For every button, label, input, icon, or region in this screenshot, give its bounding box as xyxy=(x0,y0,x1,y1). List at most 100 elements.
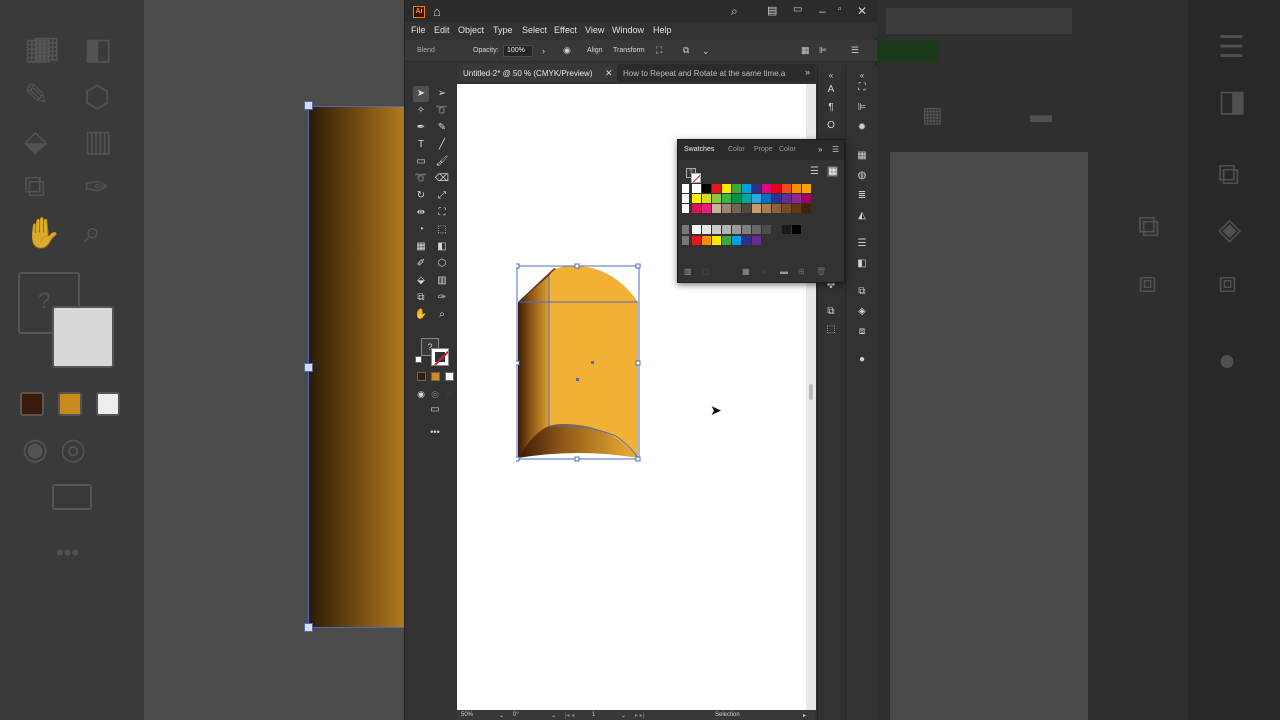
menu-file[interactable]: File xyxy=(411,25,426,35)
paintbrush-tool-icon[interactable]: 🖌 xyxy=(434,154,450,170)
menu-object[interactable]: Object xyxy=(458,25,484,35)
swatch-group-icon[interactable] xyxy=(682,184,689,193)
type-tool-icon[interactable]: T xyxy=(413,137,429,153)
swatch[interactable] xyxy=(802,194,811,203)
stroke-indicator[interactable] xyxy=(691,173,701,183)
swatch[interactable] xyxy=(742,225,751,234)
swatch[interactable] xyxy=(692,236,701,245)
tab-color[interactable]: Color xyxy=(728,146,745,153)
swatch[interactable] xyxy=(742,194,751,203)
artboards-panel-icon[interactable]: ⧈ xyxy=(854,324,870,340)
more-tools-icon[interactable]: ••• xyxy=(427,424,443,440)
scale-tool-icon[interactable]: ⤢ xyxy=(434,188,450,204)
swatch[interactable] xyxy=(732,204,741,213)
swatch[interactable] xyxy=(742,236,751,245)
swatch[interactable] xyxy=(722,225,731,234)
arrange-icon[interactable]: ▭ xyxy=(793,4,802,15)
new-color-group-icon[interactable]: ▫ xyxy=(762,267,765,276)
color-panel-icon[interactable]: ◭ xyxy=(854,208,870,224)
zoom-level[interactable]: 50% xyxy=(461,712,473,718)
chevron-down-icon[interactable]: ⌄ xyxy=(702,46,710,57)
swatch[interactable] xyxy=(692,184,701,193)
swatch[interactable] xyxy=(702,225,711,234)
workspace-icon[interactable]: ▤ xyxy=(767,4,777,17)
transform-panel-icon[interactable]: ⛶ xyxy=(854,80,870,96)
swatch[interactable] xyxy=(722,184,731,193)
swatch[interactable] xyxy=(712,194,721,203)
tab-color-guide[interactable]: Color xyxy=(779,146,796,153)
swatch[interactable] xyxy=(762,225,771,234)
gradient-panel-icon[interactable]: ◧ xyxy=(854,256,870,272)
free-transform-icon[interactable]: ⛶ xyxy=(434,205,450,221)
swatch[interactable] xyxy=(752,194,761,203)
panel-menu-icon[interactable]: ☰ xyxy=(851,45,859,56)
shape-builder-icon[interactable]: ◔ xyxy=(413,222,429,238)
swatch[interactable] xyxy=(752,225,761,234)
shaper-tool-icon[interactable]: ➰ xyxy=(413,171,429,187)
expand-icon[interactable]: » xyxy=(818,145,822,154)
stroke-panel-icon[interactable]: ☰ xyxy=(854,236,870,252)
width-tool-icon[interactable]: ⇹ xyxy=(413,205,429,221)
home-icon[interactable]: ⌂ xyxy=(433,4,441,19)
symbol-sprayer-icon[interactable]: ⬙ xyxy=(413,273,429,289)
chevron-right-icon[interactable]: ▸ xyxy=(803,712,806,719)
selection-tool-icon[interactable]: ➤ xyxy=(413,86,429,102)
tab-untitled-2[interactable]: Untitled-2* @ 50 % (CMYK/Preview) xyxy=(457,64,617,82)
swatch-library-icon[interactable]: ▥ xyxy=(684,267,692,276)
rotate-tool-icon[interactable]: ↻ xyxy=(413,188,429,204)
asset-export-icon[interactable]: ⬚ xyxy=(823,322,839,338)
swatch[interactable] xyxy=(792,184,801,193)
chevron-down-icon[interactable]: ⌄ xyxy=(621,712,626,719)
swatch[interactable] xyxy=(782,194,791,203)
blend-artwork[interactable] xyxy=(516,262,644,464)
swatch[interactable] xyxy=(712,236,721,245)
lasso-tool-icon[interactable]: ➰ xyxy=(434,103,450,119)
default-colors-icon[interactable] xyxy=(415,356,422,363)
symbols-panel-icon[interactable]: ⧉ xyxy=(823,304,839,320)
artboard-nav-next-icons[interactable]: ▸ ▸| xyxy=(635,712,644,719)
menu-view[interactable]: View xyxy=(585,25,604,35)
artboard-nav-icons[interactable]: |◂ ◂ xyxy=(565,712,574,719)
menu-effect[interactable]: Effect xyxy=(554,25,577,35)
pen-tool-icon[interactable]: ✒ xyxy=(413,120,429,136)
swatch[interactable] xyxy=(692,225,701,234)
swatch[interactable] xyxy=(752,184,761,193)
swatch[interactable] xyxy=(712,204,721,213)
chevron-right-icon[interactable]: › xyxy=(542,46,545,56)
swatch[interactable] xyxy=(782,225,791,234)
perspective-grid-icon[interactable]: ⬚ xyxy=(434,222,450,238)
maximize-icon[interactable]: ▫ xyxy=(838,4,842,15)
swatch-group-icon[interactable] xyxy=(682,204,689,213)
align-link[interactable]: Align xyxy=(587,47,603,54)
screen-mode-icon[interactable]: ▭ xyxy=(427,402,443,418)
magic-wand-icon[interactable]: ✧ xyxy=(413,103,429,119)
align-panel-icon[interactable]: ⊫ xyxy=(819,45,827,56)
swatch[interactable] xyxy=(702,236,711,245)
swatch[interactable] xyxy=(762,204,771,213)
blend-options-icon[interactable]: ⧉ xyxy=(683,45,689,56)
swatch[interactable] xyxy=(702,184,711,193)
gradient-mode-button[interactable] xyxy=(431,372,440,381)
swatch[interactable] xyxy=(742,204,751,213)
swatch[interactable] xyxy=(702,194,711,203)
tab-swatches[interactable]: Swatches xyxy=(684,146,714,153)
new-folder-icon[interactable]: ▬ xyxy=(780,267,788,276)
swatch[interactable] xyxy=(772,225,781,234)
opentype-panel-icon[interactable]: O xyxy=(823,118,839,134)
slice-tool-icon[interactable]: ✑ xyxy=(434,290,450,306)
swatch[interactable] xyxy=(802,204,811,213)
isolate-icon[interactable]: ⛶ xyxy=(656,45,662,56)
arrange-docs-icon[interactable]: ▦ xyxy=(801,45,810,56)
tab-properties[interactable]: Prope xyxy=(754,146,773,153)
swatch[interactable] xyxy=(772,194,781,203)
swatch[interactable] xyxy=(792,204,801,213)
character-panel-icon[interactable]: A xyxy=(823,82,839,98)
delete-swatch-icon[interactable]: 🗑 xyxy=(816,267,826,276)
list-view-icon[interactable]: ☰ xyxy=(810,166,819,177)
swatch[interactable] xyxy=(752,204,761,213)
swatch-options-icon[interactable]: ▦ xyxy=(742,267,750,276)
artboard-number[interactable]: 1 xyxy=(592,712,595,718)
blend-tool-icon[interactable]: ⬡ xyxy=(434,256,450,272)
layers-panel-icon[interactable]: ◈ xyxy=(854,304,870,320)
color-mode-button[interactable] xyxy=(417,372,426,381)
